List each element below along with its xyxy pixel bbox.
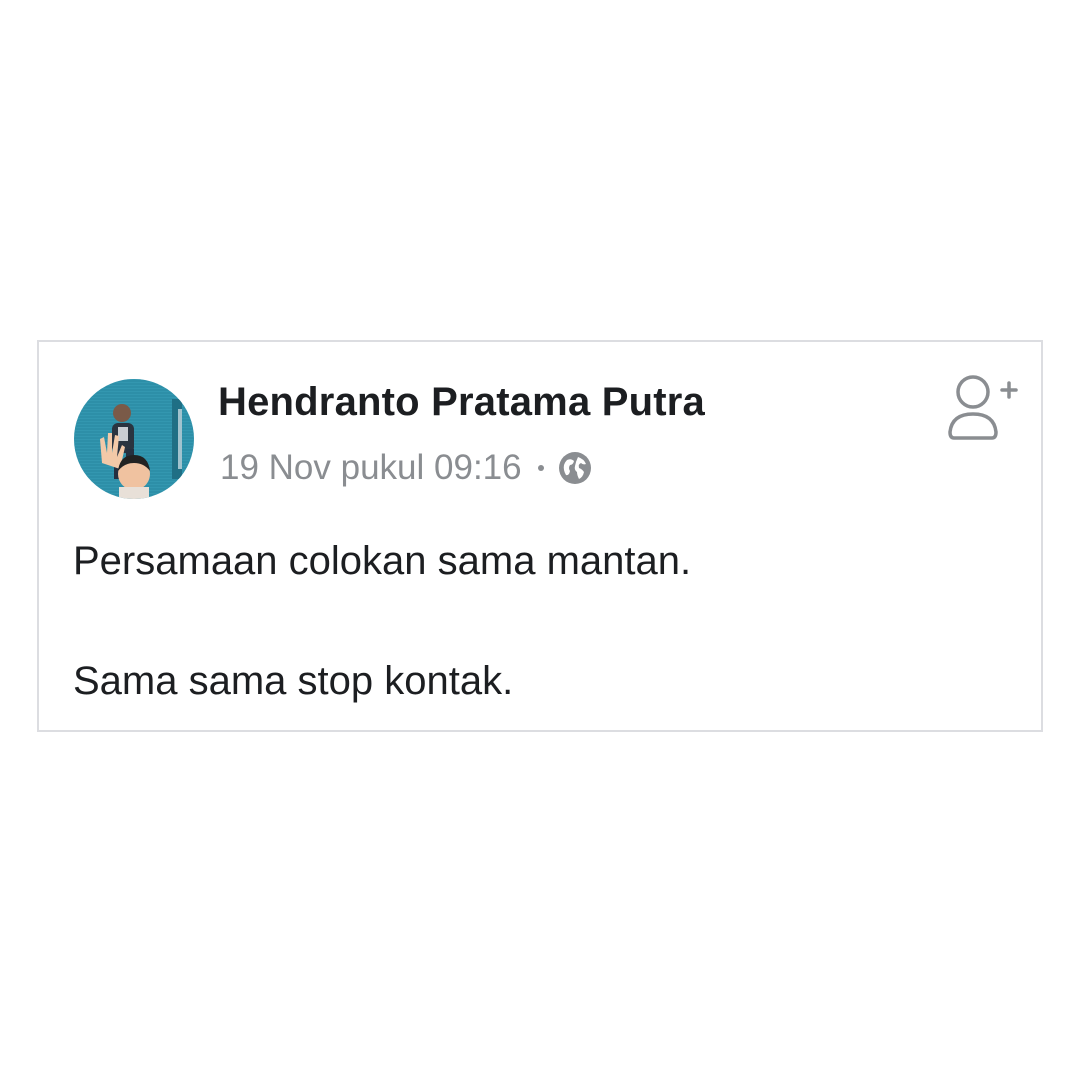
post-line: Sama sama stop kontak. <box>73 659 514 703</box>
separator-dot <box>537 465 544 471</box>
avatar[interactable] <box>74 379 194 499</box>
add-friend-icon[interactable] <box>944 370 1020 442</box>
post-meta: 19 Nov pukul 09:16 <box>220 448 592 488</box>
avatar-image <box>74 379 194 499</box>
post-line: Persamaan colokan sama mantan. <box>73 539 692 583</box>
post-text: Persamaan colokan sama mantan. Sama sama… <box>73 538 691 704</box>
post-card: Hendranto Pratama Putra 19 Nov pukul 09:… <box>37 340 1043 732</box>
globe-icon[interactable] <box>558 451 592 485</box>
post-timestamp[interactable]: 19 Nov pukul 09:16 <box>220 448 522 488</box>
author-name[interactable]: Hendranto Pratama Putra <box>218 380 705 425</box>
